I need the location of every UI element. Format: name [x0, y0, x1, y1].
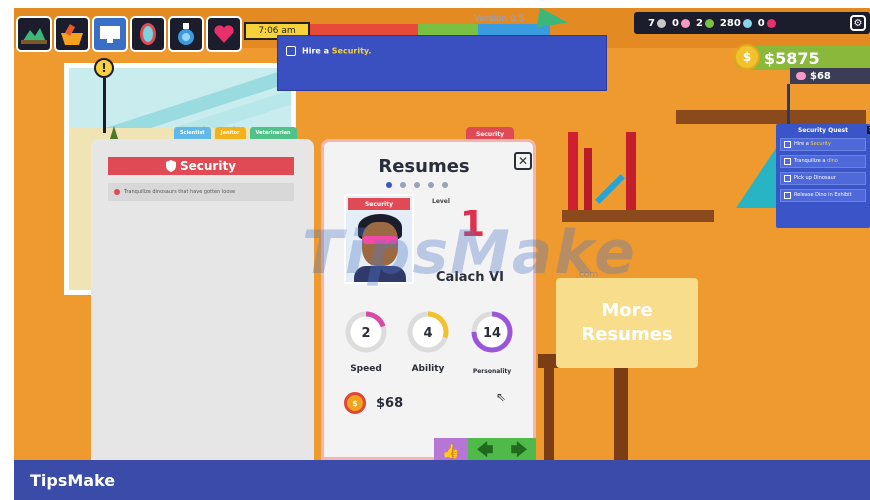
- gem-icon: [742, 18, 752, 28]
- quest-title: Security Quest: [798, 127, 848, 134]
- book: [584, 148, 592, 210]
- personality-label: Personality: [472, 368, 512, 375]
- coin-icon: $: [734, 44, 760, 70]
- speed-label: Speed: [350, 364, 382, 374]
- footer-bar: TipsMake: [14, 460, 870, 500]
- leaf-stat: 2: [696, 18, 714, 29]
- potion-icon[interactable]: [168, 16, 204, 52]
- page-dots: [386, 182, 448, 188]
- checkbox-icon[interactable]: [286, 46, 296, 56]
- checkbox-icon[interactable]: [784, 192, 791, 199]
- resumes-card: Resumes ✕ Security Level 1 Calach VI 2 4…: [321, 139, 536, 460]
- footer-brand: TipsMake: [30, 470, 116, 490]
- wall-shelf: [676, 110, 866, 124]
- heart-stat: 0: [758, 18, 776, 29]
- security-quest-panel: × Security Quest Hire a Security Tranqui…: [776, 124, 870, 228]
- people-icon: [656, 18, 666, 28]
- prev-resume-button[interactable]: 🡄: [468, 438, 502, 460]
- role-badge: Security: [348, 198, 410, 210]
- game-viewport: ! 7:06 am Version 0.5 Hire a Security. 7…: [14, 8, 870, 460]
- piggy-bank-icon: [796, 72, 806, 80]
- personality-ring: 14: [471, 311, 513, 353]
- quest-item[interactable]: Pick up Dinosaur: [780, 172, 866, 185]
- book: [568, 132, 578, 210]
- brain-icon: [680, 18, 690, 28]
- security-task-row: Tranquilize dinosaurs that have gotten l…: [108, 183, 294, 201]
- checkbox-icon[interactable]: [784, 175, 791, 182]
- task-dropdown: Hire a Security.: [277, 35, 607, 91]
- checkbox-icon[interactable]: [784, 158, 791, 165]
- build-toolbar: [16, 16, 242, 52]
- resumes-title: Resumes: [378, 156, 470, 177]
- security-info-panel: Security Tranquilize dinosaurs that have…: [91, 139, 314, 460]
- resource-stats-bar: 7 0 2 280 0 ⚙: [634, 12, 870, 34]
- food-basket-icon[interactable]: [54, 16, 90, 52]
- next-resume-button[interactable]: 🡆: [502, 438, 536, 460]
- security-header: Security: [108, 157, 294, 175]
- mouse-cursor-icon: ⇖: [496, 390, 507, 404]
- mirror-icon[interactable]: [130, 16, 166, 52]
- tab-janitor[interactable]: Janitor: [214, 127, 246, 139]
- leaf-icon: [704, 18, 714, 28]
- ability-ring: 4: [407, 311, 449, 353]
- svg-text:14: 14: [483, 326, 501, 341]
- more-resumes-button[interactable]: More Resumes: [556, 278, 698, 368]
- book: [626, 132, 636, 210]
- heart-icon[interactable]: [206, 16, 242, 52]
- heart-icon: [766, 18, 776, 28]
- checkbox-icon[interactable]: [784, 141, 791, 148]
- svg-text:2: 2: [361, 326, 370, 341]
- tab-scientist[interactable]: Scientist: [174, 127, 211, 139]
- quest-item[interactable]: Release Dino in Exhibit: [780, 189, 866, 202]
- screenshot-frame: ! 7:06 am Version 0.5 Hire a Security. 7…: [0, 0, 870, 500]
- terrain-icon[interactable]: [16, 16, 52, 52]
- bullet-icon: [114, 189, 120, 195]
- version-label: Version 0.5: [474, 14, 525, 24]
- gem-stat: 280: [720, 18, 752, 29]
- watermark-domain: .com: [576, 270, 599, 280]
- page-dot[interactable]: [386, 182, 392, 188]
- brain-stat: 0: [672, 18, 690, 29]
- quest-item[interactable]: Hire a Security: [780, 138, 866, 151]
- page-dot[interactable]: [400, 182, 406, 188]
- income-display: $68: [790, 68, 870, 84]
- page-dot[interactable]: [414, 182, 420, 188]
- hire-button[interactable]: 👍: [434, 438, 468, 460]
- staff-tabs: Scientist Janitor Veterinarian: [174, 127, 297, 139]
- tab-veterinarian[interactable]: Veterinarian: [249, 127, 297, 139]
- ability-label: Ability: [411, 364, 445, 374]
- population-stat: 7: [648, 18, 666, 29]
- settings-gear-icon[interactable]: ⚙: [850, 15, 866, 31]
- close-button[interactable]: ✕: [514, 152, 532, 170]
- level-label: Level: [432, 198, 450, 205]
- alert-icon[interactable]: !: [94, 58, 114, 78]
- coin-icon: $: [344, 392, 366, 414]
- pencil-decor: [595, 174, 625, 204]
- hire-fee: $68: [376, 396, 404, 411]
- task-item-hire-security[interactable]: Hire a Security.: [286, 46, 371, 56]
- page-dot[interactable]: [442, 182, 448, 188]
- page-dot[interactable]: [428, 182, 434, 188]
- shield-icon: [165, 160, 176, 172]
- monitor-icon[interactable]: [92, 16, 128, 52]
- speed-ring: 2: [345, 311, 387, 353]
- quest-item[interactable]: Tranquilize a dino: [780, 155, 866, 168]
- svg-text:4: 4: [423, 326, 432, 341]
